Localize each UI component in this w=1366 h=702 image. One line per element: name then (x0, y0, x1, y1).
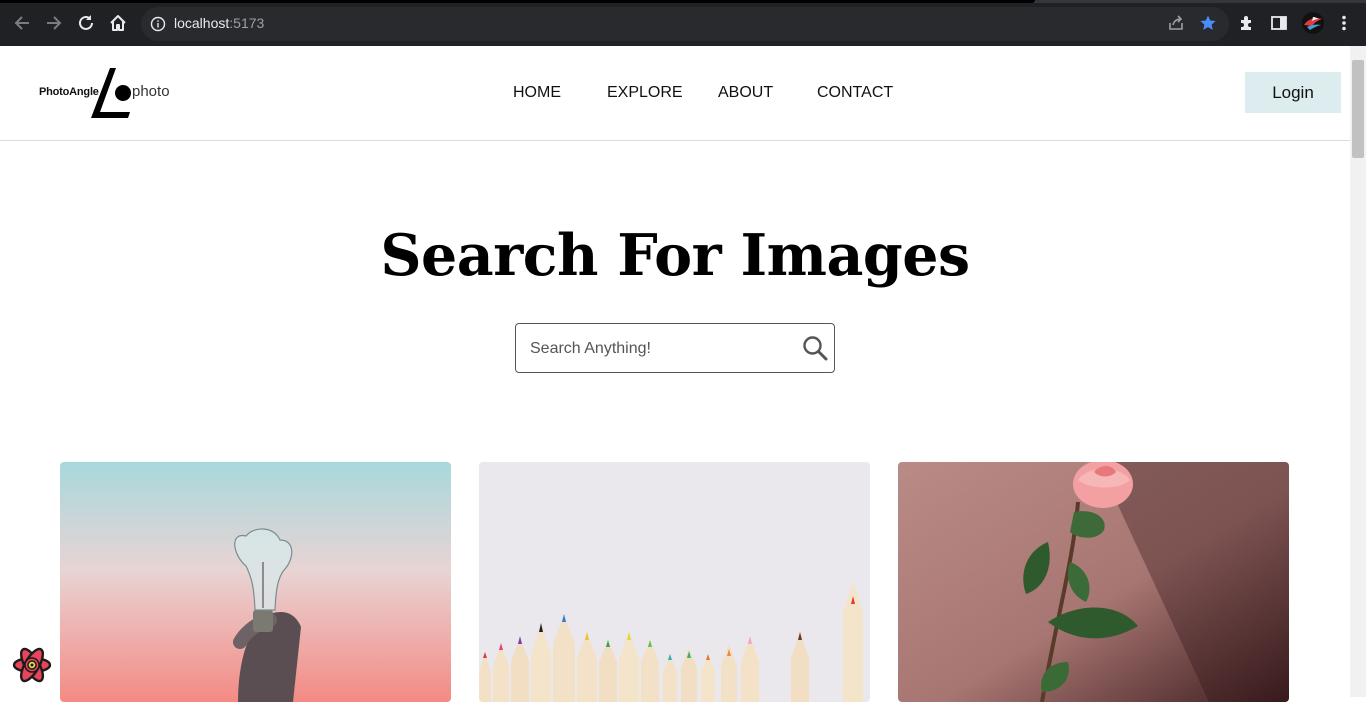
tab-strip (0, 0, 1366, 3)
browser-toolbar: localhost:5173 (0, 0, 1366, 46)
page-title: Search For Images (380, 222, 970, 289)
react-devtools-icon[interactable] (11, 644, 53, 686)
pink-rose-photo (898, 462, 1289, 702)
home-icon[interactable] (107, 12, 129, 34)
info-icon[interactable] (150, 16, 166, 32)
nav-contact[interactable]: CONTACT (817, 84, 893, 102)
reload-icon[interactable] (75, 12, 97, 34)
colored-pencils-photo (479, 462, 870, 702)
side-panel-icon[interactable] (1269, 13, 1289, 33)
logo-text-right: photo (132, 83, 170, 100)
extensions-icon[interactable] (1237, 13, 1257, 33)
site-logo[interactable]: PhotoAngle photo (39, 68, 179, 118)
back-icon[interactable] (11, 12, 33, 34)
forward-icon[interactable] (43, 12, 65, 34)
gallery-card-rose[interactable] (898, 462, 1289, 702)
nav-home[interactable]: HOME (513, 84, 561, 102)
search-input[interactable] (530, 337, 800, 361)
address-bar[interactable]: localhost:5173 (141, 7, 1229, 41)
site-header: PhotoAngle photo HOME EXPLORE ABOUT CONT… (0, 46, 1350, 141)
menu-kebab-icon[interactable] (1334, 13, 1354, 33)
share-icon[interactable] (1166, 13, 1186, 33)
nav-explore[interactable]: EXPLORE (607, 84, 683, 102)
search-box[interactable] (515, 323, 835, 373)
login-button[interactable]: Login (1245, 72, 1341, 113)
bookmark-star-icon[interactable] (1198, 13, 1218, 33)
search-icon[interactable] (802, 335, 828, 361)
logo-mark-icon (91, 68, 131, 118)
url-text: localhost:5173 (174, 15, 265, 31)
lightbulb-photo (60, 462, 451, 702)
nav-about[interactable]: ABOUT (718, 84, 773, 102)
profile-avatar-icon[interactable] (1301, 11, 1325, 35)
scrollbar-thumb[interactable] (1352, 60, 1364, 158)
gallery-card-pencils[interactable] (479, 462, 870, 702)
gallery-card-lightbulb[interactable] (60, 462, 451, 702)
